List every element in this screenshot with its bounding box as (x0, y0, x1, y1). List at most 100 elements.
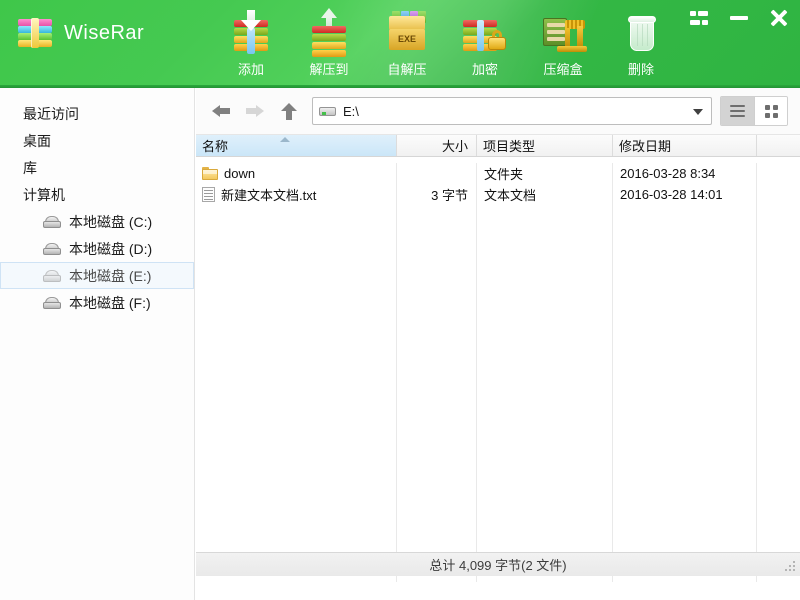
column-header-date[interactable]: 修改日期 (612, 135, 756, 156)
sidebar-item-drive-f[interactable]: 本地磁盘 (F:) (0, 289, 194, 316)
sidebar-item-computer[interactable]: 计算机 (0, 181, 194, 208)
file-name-cell: 新建文本文档.txt (196, 184, 396, 205)
close-icon (770, 9, 788, 27)
sidebar-item-label: 桌面 (23, 132, 51, 149)
list-view-icon (730, 105, 745, 117)
sidebar-item-label: 本地磁盘 (D:) (69, 240, 153, 257)
address-path-text: E:\ (343, 103, 359, 119)
sort-ascending-icon (280, 137, 290, 142)
file-date-cell: 2016-03-28 8:34 (620, 166, 716, 181)
encrypt-lock-icon (459, 8, 511, 56)
sidebar-item-libraries[interactable]: 库 (0, 154, 194, 181)
file-list-rows: down 文件夹 2016-03-28 8:34 新建文本文档.txt 3 字节… (196, 163, 800, 582)
document-icon (202, 187, 215, 202)
file-list-header: 名称 大小 项目类型 修改日期 (196, 135, 800, 157)
file-extra-cell (756, 163, 800, 184)
forward-button[interactable] (238, 94, 272, 128)
table-row[interactable]: down 文件夹 2016-03-28 8:34 (196, 163, 800, 184)
table-row[interactable]: 新建文本文档.txt 3 字节 文本文档 2016-03-28 14:01 (196, 184, 800, 205)
sidebar-item-desktop[interactable]: 桌面 (0, 127, 194, 154)
toolbar-button-sfx[interactable]: EXE 自解压 (368, 2, 446, 86)
title-bar: WiseRar 添加 解压到 EXE 自解压 加密 压缩盒 删除 (0, 0, 800, 88)
chevron-down-icon[interactable] (693, 109, 703, 115)
toolbar-button-add[interactable]: 添加 (212, 2, 290, 86)
menu-grid-icon (690, 11, 708, 25)
view-grid-button[interactable] (754, 97, 787, 125)
drive-icon (43, 242, 61, 255)
menu-button[interactable] (686, 6, 712, 30)
view-mode-group (720, 96, 788, 126)
wiserar-window: WiseRar 添加 解压到 EXE 自解压 加密 压缩盒 删除 最近访问 桌面… (0, 0, 800, 600)
file-size-cell: 3 字节 (431, 188, 468, 203)
column-header-label: 项目类型 (483, 139, 536, 154)
sidebar-item-label: 最近访问 (23, 105, 79, 122)
folder-icon (202, 167, 218, 180)
compress-box-icon (537, 8, 589, 56)
window-controls (686, 6, 792, 30)
file-date-cell: 2016-03-28 14:01 (620, 187, 723, 202)
file-list: 名称 大小 项目类型 修改日期 down 文件夹 2016-03-28 8:34… (196, 135, 800, 582)
column-gridlines (196, 163, 800, 582)
sidebar-item-label: 本地磁盘 (F:) (69, 294, 151, 311)
navigation-sidebar: 最近访问 桌面 库 计算机 本地磁盘 (C:) 本地磁盘 (D:) 本地磁盘 (… (0, 88, 195, 600)
minimize-icon (730, 16, 748, 20)
address-input[interactable]: E:\ (312, 97, 712, 125)
view-list-button[interactable] (721, 97, 754, 125)
arrow-back-icon (212, 103, 230, 119)
toolbar-button-compress-box[interactable]: 压缩盒 (524, 2, 602, 86)
resize-grip-icon[interactable] (785, 561, 797, 573)
column-header-type[interactable]: 项目类型 (476, 135, 612, 156)
sidebar-item-drive-d[interactable]: 本地磁盘 (D:) (0, 235, 194, 262)
address-bar: E:\ (196, 88, 800, 135)
toolbar-button-delete[interactable]: 删除 (602, 2, 680, 86)
toolbar-label-encrypt: 加密 (471, 62, 498, 77)
delete-trash-icon (615, 8, 667, 56)
app-title: WiseRar (64, 21, 145, 44)
extract-to-icon (303, 8, 355, 57)
sidebar-item-label: 计算机 (23, 186, 65, 203)
arrow-up-icon (281, 102, 297, 120)
close-button[interactable] (766, 6, 792, 30)
file-extra-cell (756, 184, 800, 205)
toolbar-label-extract-to: 解压到 (309, 62, 349, 77)
column-header-name[interactable]: 名称 (196, 135, 396, 156)
column-header-label: 修改日期 (619, 139, 672, 154)
drive-icon (319, 106, 336, 117)
add-to-archive-icon (225, 8, 277, 56)
drive-icon (43, 215, 61, 228)
sidebar-item-label: 本地磁盘 (E:) (69, 267, 152, 284)
status-bar: 总计 4,099 字节(2 文件) (196, 552, 800, 576)
toolbar-label-sfx: 自解压 (387, 62, 427, 77)
toolbar-button-extract-to[interactable]: 解压到 (290, 2, 368, 86)
content-pane: E:\ 名称 大小 项目类型 修改日期 down 文件夹 2016-03-28 … (196, 88, 800, 600)
toolbar-label-compress-box: 压缩盒 (543, 62, 583, 77)
file-type-cell: 文本文档 (484, 188, 537, 203)
sidebar-item-label: 库 (23, 159, 37, 176)
drive-icon (43, 296, 61, 309)
status-bar-text: 总计 4,099 字节(2 文件) (429, 558, 567, 573)
column-header-label: 名称 (202, 139, 229, 154)
toolbar-button-encrypt[interactable]: 加密 (446, 2, 524, 86)
app-brand: WiseRar (18, 18, 144, 48)
column-header-extra[interactable] (756, 135, 800, 156)
file-name-text: down (224, 166, 256, 181)
toolbar-label-delete: 删除 (627, 62, 654, 77)
toolbar-label-add: 添加 (237, 62, 264, 77)
sidebar-item-label: 本地磁盘 (C:) (69, 213, 153, 230)
sidebar-item-recent[interactable]: 最近访问 (0, 100, 194, 127)
arrow-forward-icon (246, 103, 264, 119)
up-button[interactable] (272, 94, 306, 128)
file-name-cell: down (196, 163, 396, 184)
column-header-label: 大小 (441, 139, 468, 154)
grid-view-icon (764, 104, 778, 118)
sfx-exe-badge: EXE (389, 29, 425, 50)
column-header-size[interactable]: 大小 (396, 135, 476, 156)
sidebar-item-drive-c[interactable]: 本地磁盘 (C:) (0, 208, 194, 235)
archive-logo-icon (18, 18, 52, 48)
back-button[interactable] (204, 94, 238, 128)
file-type-cell: 文件夹 (484, 167, 524, 182)
sidebar-item-drive-e[interactable]: 本地磁盘 (E:) (0, 262, 194, 289)
minimize-button[interactable] (726, 6, 752, 30)
file-size-cell (396, 163, 476, 184)
file-name-text: 新建文本文档.txt (221, 188, 317, 203)
